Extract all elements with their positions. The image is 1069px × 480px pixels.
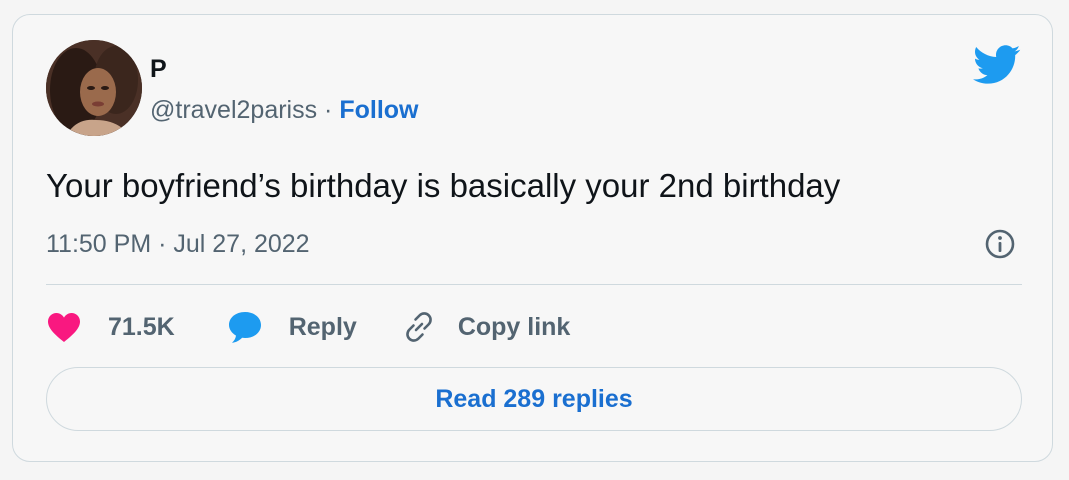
follow-link[interactable]: Follow — [339, 96, 418, 124]
twitter-bird-icon[interactable] — [973, 45, 1021, 85]
author-name[interactable]: P — [150, 55, 167, 83]
avatar-image — [46, 40, 142, 136]
author-handle[interactable]: @travel2pariss — [150, 96, 317, 124]
copy-link-label: Copy link — [457, 312, 571, 341]
reply-label: Reply — [288, 312, 357, 341]
link-icon — [405, 312, 432, 342]
handle-row: @travel2pariss · Follow — [150, 95, 418, 125]
divider — [46, 284, 1022, 285]
tweet-timestamp[interactable]: 11:50 PM · Jul 27, 2022 — [46, 229, 310, 259]
copy-link-button[interactable]: Copy link — [402, 310, 571, 344]
info-icon[interactable] — [984, 228, 1016, 260]
like-button[interactable]: 71.5K — [46, 311, 175, 343]
reply-button[interactable]: Reply — [227, 310, 357, 344]
tweet-card: P @travel2pariss · Follow Your boyfriend… — [12, 14, 1053, 462]
speech-bubble-icon — [228, 312, 261, 343]
like-count: 71.5K — [108, 312, 175, 341]
action-bar: 71.5K Reply Copy link — [46, 307, 570, 347]
read-replies-button[interactable]: Read 289 replies — [46, 367, 1022, 431]
avatar[interactable] — [46, 40, 142, 136]
handle-separator: · — [317, 96, 340, 124]
tweet-text: Your boyfriend’s birthday is basically y… — [46, 167, 841, 204]
heart-icon — [48, 313, 80, 342]
